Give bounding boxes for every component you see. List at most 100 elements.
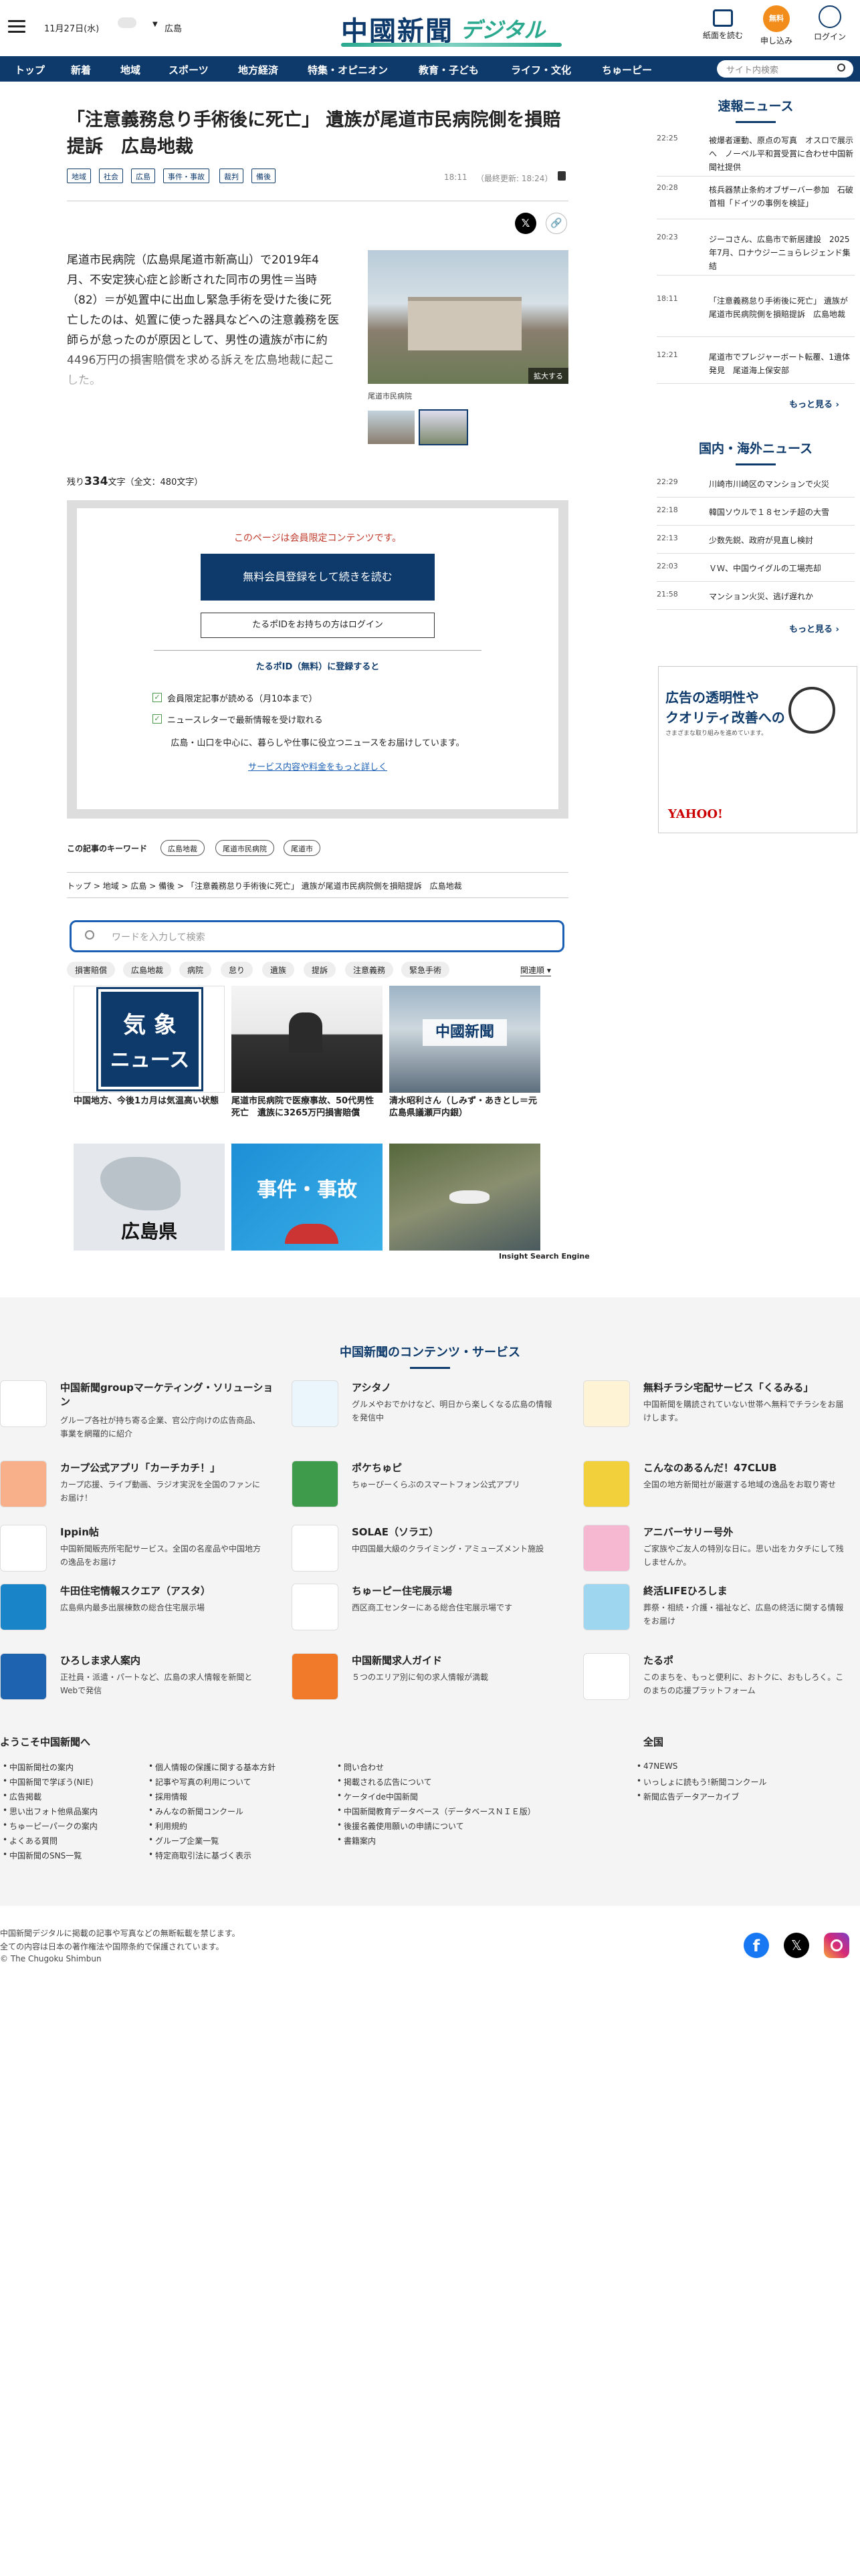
service-icon-pokechupi[interactable] [292, 1461, 338, 1507]
subscribe-button[interactable]: 無料 申し込み [753, 5, 800, 46]
service-icon-asta[interactable] [0, 1584, 47, 1630]
card-image-6[interactable] [389, 1144, 540, 1251]
service-icon-anniversary[interactable] [583, 1525, 630, 1572]
service-detail-link[interactable]: サービス内容や料金をもっと詳しく [77, 760, 558, 772]
flash-news-item[interactable]: 22:25 被爆者運動、原点の写真 オスロで展示へ ノーベル平和賞受賞に合わせ中国… [657, 134, 855, 177]
footer-link[interactable]: いっしょに読もう!新聞コンクール [643, 1776, 766, 1788]
footer-link[interactable]: 特定商取引法に基づく表示 [155, 1850, 251, 1861]
register-button[interactable]: 無料会員登録をして続きを読む [201, 554, 435, 601]
service-icon-solae[interactable] [292, 1525, 338, 1572]
chevron-down-icon[interactable]: ▼ [152, 21, 158, 28]
nav-item-opinion[interactable]: 特集・オピニオン [308, 63, 388, 77]
service-icon-ashitano[interactable] [292, 1380, 338, 1427]
footer-link[interactable]: 利用規約 [155, 1820, 187, 1832]
read-paper-button[interactable]: 紙面を読む [700, 5, 746, 41]
search-chip[interactable]: 遺族 [262, 962, 295, 978]
nav-item-sports[interactable]: スポーツ [169, 63, 209, 77]
world-news-item[interactable]: 22:18 韓国ソウルで１８センチ超の大雪 [657, 506, 855, 526]
flash-news-item[interactable]: 20:28 核兵器禁止条約オブザーバー参加 石破首相「ドイツの事例を検証」 [657, 183, 855, 219]
card-image-1[interactable]: 気 象 ニュース [74, 986, 225, 1093]
thumbnail-2[interactable] [419, 409, 468, 445]
world-news-item[interactable]: 22:29 川崎市川崎区のマンションで火災 [657, 477, 855, 498]
service-icon-tarupo[interactable] [583, 1653, 630, 1700]
card-image-5[interactable]: 事件・事故 [231, 1144, 383, 1251]
service-icon-marketing[interactable] [0, 1380, 47, 1427]
breadcrumb-region[interactable]: 地域 [103, 881, 119, 891]
card-title-1[interactable]: 中国地方、今後1カ月は気温高い状態 [74, 1095, 225, 1107]
footer-link[interactable]: 個人情報の保護に関する基本方針 [155, 1761, 276, 1773]
nav-item-region[interactable]: 地域 [120, 63, 140, 77]
world-more-link[interactable]: もっと見る › [789, 622, 839, 635]
world-news-item[interactable]: 22:13 少数先鋭、政府が見直し検討 [657, 534, 855, 554]
footer-link[interactable]: 広告掲載 [9, 1791, 41, 1802]
search-chip[interactable]: 注意義務 [345, 962, 394, 978]
card-title-3[interactable]: 清水昭利さん（しみず・あきとし＝元広島県議瀬戸内銀） [389, 1095, 540, 1119]
breadcrumb-top[interactable]: トップ [67, 881, 91, 891]
flash-news-item[interactable]: 12:21 尾道市でプレジャーボート転覆、1遺体発見 尾道海上保安部 [657, 350, 855, 384]
service-icon-kyujin-guide[interactable] [292, 1653, 338, 1700]
hamburger-menu-icon[interactable] [8, 20, 25, 33]
service-icon-ippin[interactable] [0, 1525, 47, 1572]
region-selector[interactable]: 広島 [165, 21, 182, 34]
x-icon[interactable]: 𝕏 [784, 1933, 809, 1958]
facebook-icon[interactable]: f [744, 1933, 769, 1958]
service-icon-housing[interactable] [292, 1584, 338, 1630]
footer-link[interactable]: 書籍案内 [344, 1835, 376, 1846]
enlarge-button[interactable]: 拡大する [528, 368, 568, 384]
keyword-chip[interactable]: 広島地裁 [160, 840, 205, 856]
tag-court[interactable]: 裁判 [219, 169, 243, 183]
nav-item-economy[interactable]: 地方経済 [238, 63, 278, 77]
service-icon-shukatsu[interactable] [583, 1584, 630, 1630]
footer-link[interactable]: ケータイde中国新聞 [344, 1791, 418, 1802]
footer-link[interactable]: ちゅーピーパークの案内 [9, 1820, 98, 1832]
footer-link[interactable]: 中国新聞教育データベース（データベースＮＩＥ版） [344, 1806, 536, 1817]
footer-link[interactable]: よくある質問 [9, 1835, 58, 1846]
tag-bingo[interactable]: 備後 [251, 169, 276, 183]
service-name[interactable]: ポケちゅピ [352, 1461, 402, 1475]
service-icon-carp[interactable] [0, 1461, 47, 1507]
service-name[interactable]: 牛田住宅情報スクエア（アスタ） [60, 1584, 211, 1598]
footer-link[interactable]: 中国新聞のSNS一覧 [9, 1850, 82, 1861]
card-image-2[interactable] [231, 986, 383, 1093]
card-image-3[interactable]: 中國新聞 [389, 986, 540, 1093]
footer-link[interactable]: 中国新聞で学ぼう(NIE) [9, 1776, 93, 1788]
tag-society[interactable]: 社会 [99, 169, 123, 183]
nav-item-chupy[interactable]: ちゅーピー [602, 63, 652, 77]
search-icon[interactable] [837, 64, 845, 72]
flash-more-link[interactable]: もっと見る › [789, 397, 839, 410]
card-title-2[interactable]: 尾道市民病院で医療事故、50代男性死亡 遺族に3265万円損害賠償 [231, 1095, 383, 1119]
service-name[interactable]: 中国新聞求人ガイド [352, 1653, 442, 1667]
service-name[interactable]: 終活LIFEひろしま [643, 1584, 728, 1598]
keyword-chip[interactable]: 尾道市 [284, 840, 320, 856]
breadcrumb-bingo[interactable]: 備後 [158, 881, 175, 891]
footer-link[interactable]: 採用情報 [155, 1791, 187, 1802]
nav-item-education[interactable]: 教育・子ども [419, 63, 479, 77]
login-button[interactable]: ログイン [807, 5, 853, 42]
footer-link[interactable]: みんなの新聞コンクール [155, 1806, 243, 1817]
service-name[interactable]: 無料チラシ宅配サービス「くるみる」 [643, 1380, 857, 1394]
tag-incident[interactable]: 事件・事故 [163, 169, 209, 183]
search-chip[interactable]: 緊急手術 [401, 962, 450, 978]
thumbnail-1[interactable] [368, 411, 415, 444]
article-search-input[interactable]: ワードを入力して検索 [70, 920, 564, 952]
instagram-icon[interactable] [824, 1933, 849, 1958]
nav-item-new[interactable]: 新着 [71, 63, 91, 77]
world-news-item[interactable]: 22:03 ＶＷ、中国ウイグルの工場売却 [657, 562, 855, 582]
service-name[interactable]: たるポ [643, 1653, 673, 1667]
service-icon-47club[interactable] [583, 1461, 630, 1507]
footer-link[interactable]: グループ企業一覧 [155, 1835, 219, 1846]
card-image-4[interactable]: 広島県 [74, 1144, 225, 1251]
article-main-photo[interactable]: 拡大する [368, 250, 568, 384]
service-name[interactable]: カープ公式アプリ「カーチカチ！」 [60, 1461, 220, 1475]
footer-link[interactable]: 新聞広告データアーカイブ [643, 1791, 739, 1802]
service-name[interactable]: 中国新聞groupマーケティング・ソリューション [60, 1380, 281, 1408]
search-chip[interactable]: 怠り [221, 962, 253, 978]
service-icon-kyujin[interactable] [0, 1653, 47, 1700]
sort-select[interactable]: 関連順 ▾ [520, 964, 551, 976]
service-name[interactable]: ひろしま求人案内 [60, 1653, 140, 1667]
search-chip[interactable]: 広島地裁 [123, 962, 172, 978]
nav-item-top[interactable]: トップ [15, 63, 45, 77]
tag-hiroshima[interactable]: 広島 [131, 169, 155, 183]
sidebar-ad[interactable]: 広告の透明性や クオリティ改善への さまざまな取り組みを進めています。 YAHO… [658, 666, 857, 833]
footer-link[interactable]: 後援名義使用願いの申請について [344, 1820, 464, 1832]
